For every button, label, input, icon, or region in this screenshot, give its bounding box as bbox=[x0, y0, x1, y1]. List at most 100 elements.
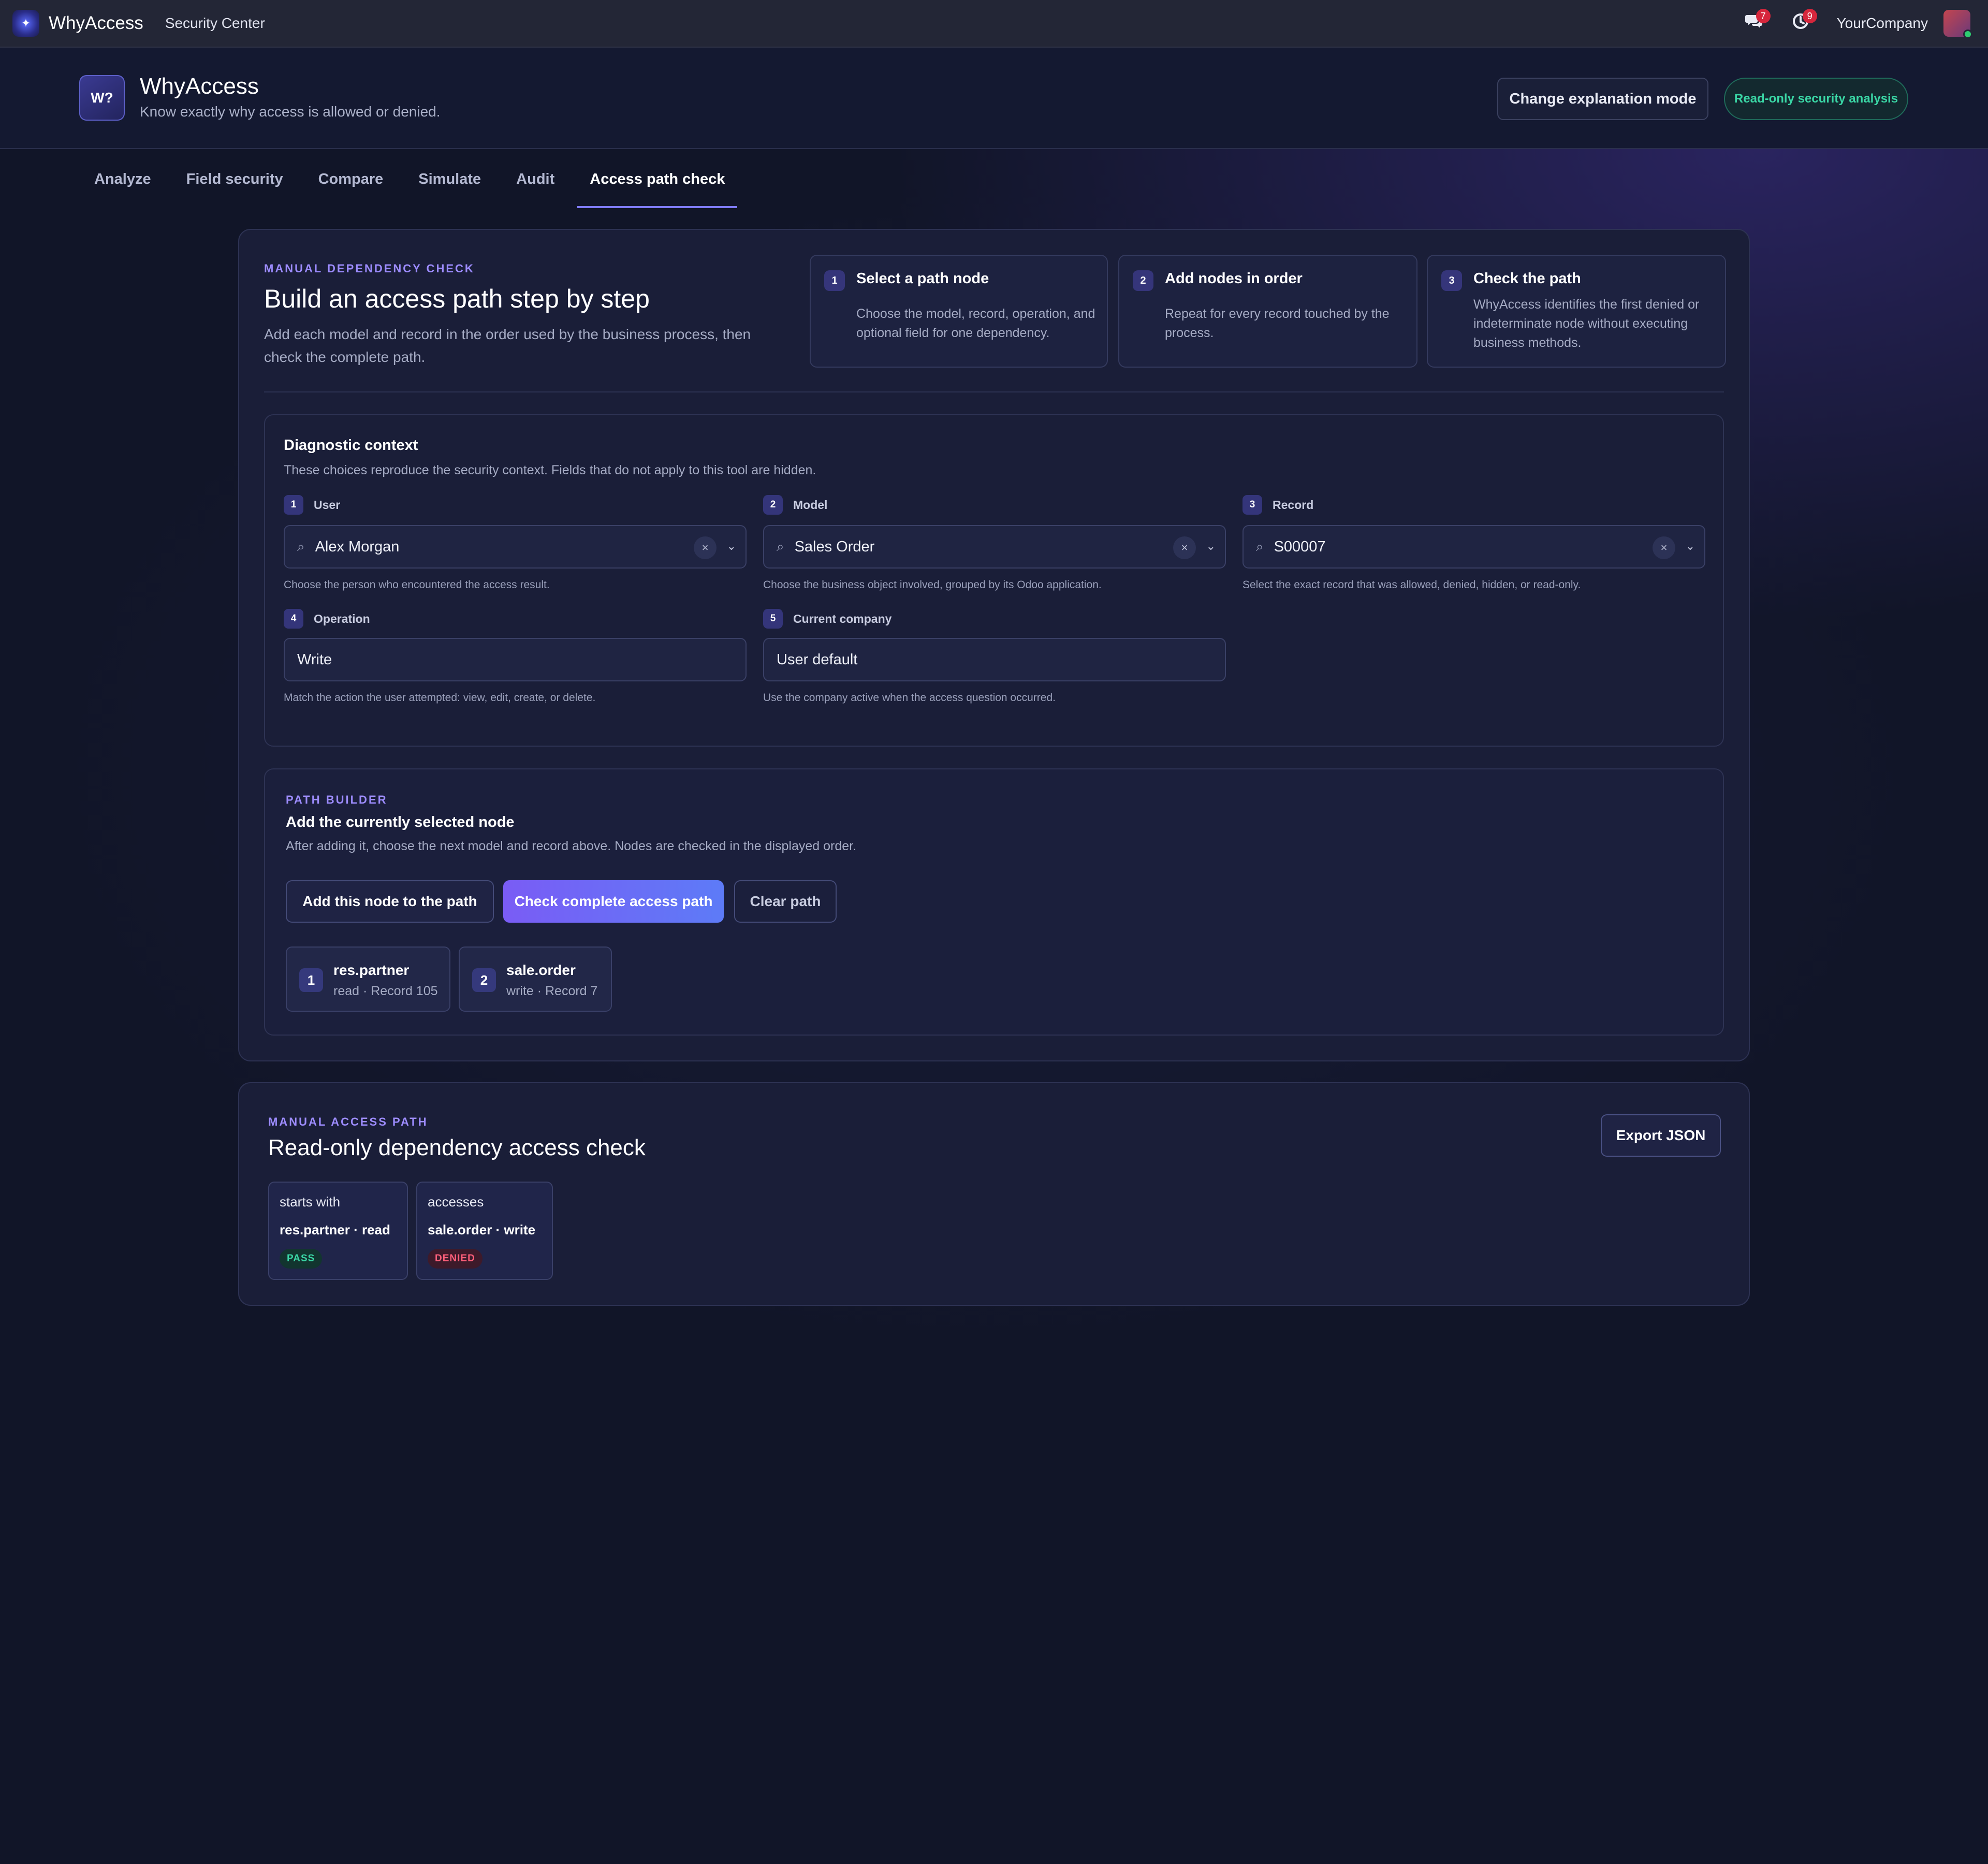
result-title: Read-only dependency access check bbox=[268, 1135, 646, 1160]
tab-analyze[interactable]: Analyze bbox=[82, 171, 164, 208]
clear-icon[interactable]: × bbox=[694, 536, 717, 559]
node-relation: starts with bbox=[280, 1194, 341, 1210]
operation-field-help: Match the action the user attempted: vie… bbox=[284, 692, 596, 704]
node-summary: sale.order · write bbox=[428, 1222, 536, 1237]
field-number: 2 bbox=[763, 495, 783, 515]
node-model: res.partner bbox=[333, 962, 410, 978]
record-select-value: S00007 bbox=[1274, 538, 1326, 555]
operation-select-value: Write bbox=[297, 651, 332, 668]
record-field-help: Select the exact record that was allowed… bbox=[1242, 579, 1581, 591]
company-field-help: Use the company active when the access q… bbox=[763, 692, 1056, 704]
user-avatar[interactable] bbox=[1943, 10, 1972, 39]
export-json-button[interactable]: Export JSON bbox=[1601, 1114, 1721, 1157]
search-icon: ⌕ bbox=[777, 538, 784, 554]
clear-icon[interactable]: × bbox=[1653, 536, 1675, 559]
node-order-number: 2 bbox=[472, 968, 496, 992]
user-field-help: Choose the person who encountered the ac… bbox=[284, 579, 550, 591]
intro-title: Build an access path step by step bbox=[264, 284, 650, 313]
app-subtitle: Know exactly why access is allowed or de… bbox=[140, 104, 441, 120]
tab-audit[interactable]: Audit bbox=[504, 171, 567, 208]
model-select[interactable]: ⌕ Sales Order × ⌄ bbox=[763, 525, 1226, 569]
navbar-app-name[interactable]: WhyAccess bbox=[49, 13, 143, 34]
path-builder-description: After adding it, choose the next model a… bbox=[286, 839, 857, 853]
user-select[interactable]: ⌕ Alex Morgan × ⌄ bbox=[284, 525, 747, 569]
step-title: Add nodes in order bbox=[1165, 270, 1303, 287]
search-icon: ⌕ bbox=[1256, 538, 1264, 554]
app-title: WhyAccess bbox=[140, 74, 259, 99]
field-label-text: User bbox=[314, 498, 341, 512]
section-divider bbox=[264, 391, 1724, 392]
field-label-text: Operation bbox=[314, 611, 370, 625]
field-label-text: Current company bbox=[793, 611, 892, 625]
field-number: 5 bbox=[763, 609, 783, 629]
record-select[interactable]: ⌕ S00007 × ⌄ bbox=[1242, 525, 1705, 569]
path-node-chip[interactable]: 2 sale.order write · Record 7 bbox=[459, 946, 612, 1012]
check-access-path-button[interactable]: Check complete access path bbox=[503, 880, 724, 923]
tab-field-security[interactable]: Field security bbox=[174, 171, 296, 208]
path-builder-eyebrow: PATH BUILDER bbox=[286, 793, 388, 806]
navbar-menu-security-center[interactable]: Security Center bbox=[165, 15, 265, 32]
diagnostic-context-panel: Diagnostic context These choices reprodu… bbox=[264, 414, 1724, 747]
company-select[interactable]: User default bbox=[763, 638, 1226, 681]
model-select-value: Sales Order bbox=[794, 538, 875, 555]
company-switcher[interactable]: YourCompany bbox=[1837, 15, 1928, 32]
tab-simulate[interactable]: Simulate bbox=[406, 171, 493, 208]
node-detail: read · Record 105 bbox=[333, 984, 438, 998]
model-field-help: Choose the business object involved, gro… bbox=[763, 579, 1102, 591]
access-path-result-card: MANUAL ACCESS PATH Read-only dependency … bbox=[238, 1082, 1750, 1306]
field-label-text: Record bbox=[1273, 498, 1314, 512]
add-node-button[interactable]: Add this node to the path bbox=[286, 880, 494, 923]
result-node-card: starts with res.partner · read PASS bbox=[268, 1182, 408, 1280]
operation-select[interactable]: Write bbox=[284, 638, 747, 681]
context-description: These choices reproduce the security con… bbox=[284, 463, 816, 477]
chevron-down-icon[interactable]: ⌄ bbox=[727, 540, 736, 553]
step-card-3: 3 Check the path WhyAccess identifies th… bbox=[1427, 255, 1726, 368]
messages-button[interactable]: 7 bbox=[1738, 8, 1771, 39]
readonly-analysis-badge: Read-only security analysis bbox=[1724, 78, 1908, 120]
step-description: Repeat for every record touched by the p… bbox=[1165, 307, 1390, 340]
activities-count-badge: 9 bbox=[1802, 9, 1817, 23]
clear-icon[interactable]: × bbox=[1173, 536, 1196, 559]
step-number: 1 bbox=[824, 270, 845, 291]
step-number: 2 bbox=[1133, 270, 1153, 291]
tab-compare[interactable]: Compare bbox=[306, 171, 396, 208]
whyaccess-logo: W? bbox=[79, 75, 125, 121]
tab-access-path-check[interactable]: Access path check bbox=[577, 171, 738, 208]
model-field-label: 2 Model bbox=[763, 495, 827, 515]
step-description: WhyAccess identifies the first denied or… bbox=[1473, 297, 1700, 350]
node-model: sale.order bbox=[506, 962, 576, 978]
field-number: 4 bbox=[284, 609, 303, 629]
node-summary: res.partner · read bbox=[280, 1222, 390, 1237]
app-launcher-icon[interactable]: ✦ bbox=[12, 10, 39, 37]
step-title: Check the path bbox=[1473, 270, 1581, 287]
field-label-text: Model bbox=[793, 498, 828, 512]
change-explanation-mode-button[interactable]: Change explanation mode bbox=[1497, 78, 1708, 120]
denied-status-badge: DENIED bbox=[428, 1249, 483, 1269]
chevron-down-icon[interactable]: ⌄ bbox=[1206, 540, 1216, 553]
record-field-label: 3 Record bbox=[1242, 495, 1313, 515]
messages-count-badge: 7 bbox=[1756, 9, 1771, 23]
path-check-card: MANUAL DEPENDENCY CHECK Build an access … bbox=[238, 229, 1750, 1061]
context-title: Diagnostic context bbox=[284, 437, 418, 454]
path-builder-panel: PATH BUILDER Add the currently selected … bbox=[264, 768, 1724, 1036]
activities-button[interactable]: 9 bbox=[1785, 8, 1817, 39]
step-number: 3 bbox=[1441, 270, 1462, 291]
online-status-dot bbox=[1963, 30, 1972, 39]
clear-path-button[interactable]: Clear path bbox=[734, 880, 837, 923]
intro-description: Add each model and record in the order u… bbox=[264, 326, 751, 365]
step-card-1: 1 Select a path node Choose the model, r… bbox=[810, 255, 1108, 368]
chevron-down-icon[interactable]: ⌄ bbox=[1686, 540, 1695, 553]
top-navbar: ✦ WhyAccess Security Center 7 9 YourComp… bbox=[0, 0, 1988, 48]
step-card-2: 2 Add nodes in order Repeat for every re… bbox=[1118, 255, 1417, 368]
node-detail: write · Record 7 bbox=[506, 984, 598, 998]
tab-bar: Analyze Field security Compare Simulate … bbox=[82, 171, 748, 208]
node-order-number: 1 bbox=[299, 968, 323, 992]
app-header: W? WhyAccess Know exactly why access is … bbox=[0, 48, 1988, 149]
operation-field-label: 4 Operation bbox=[284, 609, 370, 629]
company-field-label: 5 Current company bbox=[763, 609, 891, 629]
path-node-chip[interactable]: 1 res.partner read · Record 105 bbox=[286, 946, 450, 1012]
step-description: Choose the model, record, operation, and… bbox=[856, 307, 1095, 340]
search-icon: ⌕ bbox=[297, 538, 305, 554]
pass-status-badge: PASS bbox=[280, 1249, 323, 1269]
intro-eyebrow: MANUAL DEPENDENCY CHECK bbox=[264, 262, 475, 275]
